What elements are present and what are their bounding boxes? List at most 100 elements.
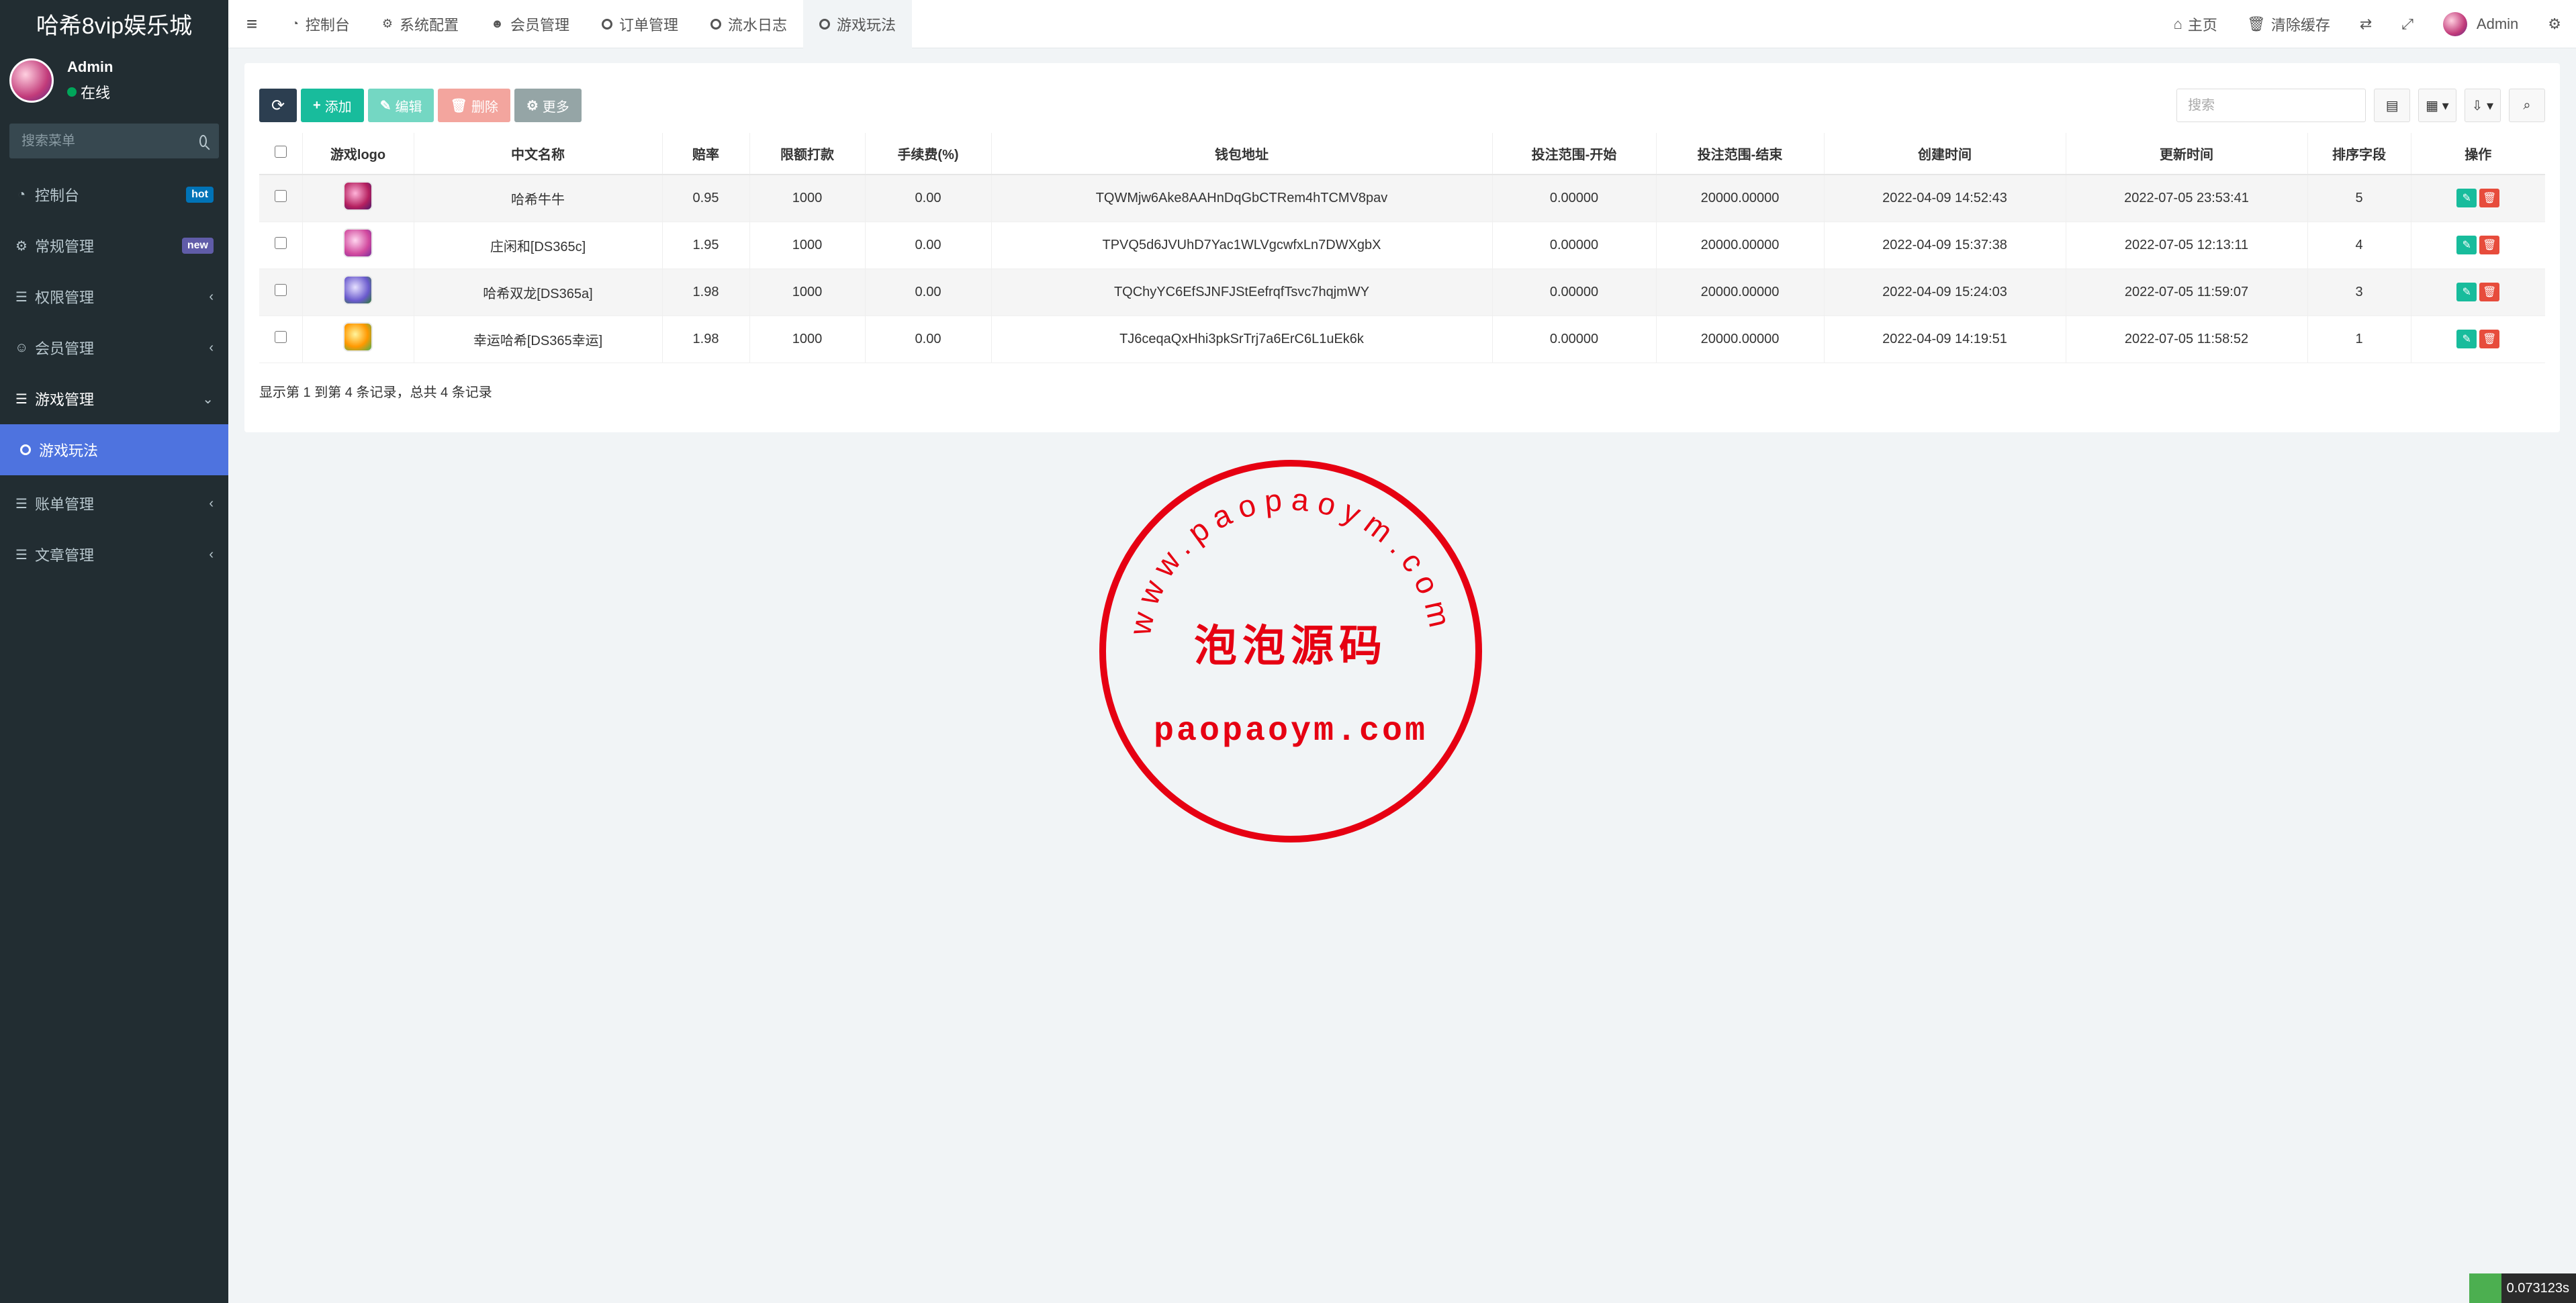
more-button[interactable]: ⚙ 更多 xyxy=(514,89,582,122)
sidebar-item-articles[interactable]: ☰ 文章管理 ‹ xyxy=(0,529,228,580)
delete-button[interactable]: 🗑 删除 xyxy=(438,89,510,122)
actions-cell: ✎ 🗑 xyxy=(2411,175,2545,222)
col-header[interactable]: 限额打款 xyxy=(749,133,866,175)
table-search-input[interactable] xyxy=(2176,89,2366,122)
row-checkbox-cell xyxy=(259,222,303,269)
sidebar-item-permissions[interactable]: ☰ 权限管理 ‹ xyxy=(0,271,228,322)
list-icon: ☰ xyxy=(15,496,28,512)
toolbar: ⟳ + 添加 ✎ 编辑 🗑 删除 ⚙ 更多 xyxy=(259,89,582,122)
row-delete-button[interactable]: 🗑 xyxy=(2479,283,2500,301)
fullscreen-icon[interactable]: ⤢ xyxy=(2387,15,2428,33)
col-header[interactable]: 投注范围-结束 xyxy=(1656,133,1825,175)
range-start-cell: 0.00000 xyxy=(1492,269,1657,316)
search-button[interactable]: ⌕ xyxy=(2509,89,2545,122)
user-circle-icon: ☺ xyxy=(15,340,29,355)
hamburger-icon[interactable]: ≡ xyxy=(228,0,275,48)
language-icon[interactable]: ⇄ xyxy=(2345,15,2387,33)
wallet-cell: TQChyYC6EfSJNFJStEefrqfTsvc7hqjmWY xyxy=(991,269,1493,316)
chevron-left-icon: ‹ xyxy=(209,546,214,562)
col-header[interactable]: 创建时间 xyxy=(1824,133,2066,175)
sidebar-item-label: 账单管理 xyxy=(35,496,95,513)
updated-cell: 2022-07-05 23:53:41 xyxy=(2066,175,2308,222)
game-logo-image[interactable] xyxy=(343,322,373,352)
col-header[interactable]: 钱包地址 xyxy=(991,133,1493,175)
user-menu[interactable]: Admin xyxy=(2428,11,2533,36)
refresh-button[interactable]: ⟳ xyxy=(259,89,297,122)
row-checkbox[interactable] xyxy=(274,237,287,249)
clear-cache-button[interactable]: 🗑 清除缓存 xyxy=(2232,13,2345,35)
col-header[interactable]: 投注范围-开始 xyxy=(1492,133,1657,175)
game-logo-image[interactable] xyxy=(343,228,373,258)
sidebar-item-members[interactable]: ☺ 会员管理 ‹ xyxy=(0,322,228,373)
tab-game-play[interactable]: 游戏玩法 xyxy=(803,0,913,48)
home-link[interactable]: ⌂ 主页 xyxy=(2159,13,2232,35)
row-delete-button[interactable]: 🗑 xyxy=(2479,330,2500,348)
debug-timer[interactable]: 0.073123s xyxy=(2469,1273,2576,1303)
created-cell: 2022-04-09 14:19:51 xyxy=(1824,316,2066,363)
tab-dashboard[interactable]: ◔ 控制台 xyxy=(275,0,366,48)
col-header[interactable]: 中文名称 xyxy=(414,133,663,175)
top-nav: ≡ ◔ 控制台 ⚙ 系统配置 ☻ 会员管理 订单管理 流水日志 游戏玩法 ⌂ 主页 🗑 清… xyxy=(228,0,2576,48)
logo-cell xyxy=(302,269,414,316)
table-row: 哈希双龙[DS365a] 1.98 1000 0.00 TQChyYC6EfSJ… xyxy=(259,269,2545,316)
sidebar-item-dashboard[interactable]: ◔ 控制台 hot xyxy=(0,169,228,220)
row-checkbox[interactable] xyxy=(274,284,287,296)
row-checkbox[interactable] xyxy=(274,190,287,203)
chevron-left-icon: ‹ xyxy=(209,340,214,355)
select-all-checkbox[interactable] xyxy=(274,145,287,158)
list-icon: ☰ xyxy=(15,391,28,407)
row-checkbox[interactable] xyxy=(274,331,287,343)
app-logo[interactable]: 哈希8vip娱乐城 xyxy=(0,0,228,47)
col-header[interactable]: 手续费(%) xyxy=(865,133,992,175)
sidebar-item-label: 游戏管理 xyxy=(35,391,95,408)
toggle-view-button[interactable]: ▤ xyxy=(2374,89,2411,122)
col-header[interactable]: 赔率 xyxy=(662,133,750,175)
col-header[interactable]: 更新时间 xyxy=(2066,133,2308,175)
row-edit-button[interactable]: ✎ xyxy=(2456,189,2477,208)
sort-cell: 1 xyxy=(2307,316,2411,363)
list-icon: ☰ xyxy=(15,289,28,305)
tab-system-config[interactable]: ⚙ 系统配置 xyxy=(366,0,475,48)
sidebar-search-input[interactable] xyxy=(21,133,199,149)
sidebar-item-bills[interactable]: ☰ 账单管理 ‹ xyxy=(0,478,228,529)
plus-icon: + xyxy=(313,97,321,113)
gear-icon: ⚙ xyxy=(526,98,539,113)
export-icon: ⇩ ▾ xyxy=(2471,98,2493,113)
settings-icon[interactable]: ⚙ xyxy=(2533,15,2576,33)
edit-button[interactable]: ✎ 编辑 xyxy=(367,89,434,122)
circle-icon xyxy=(710,18,722,30)
clear-cache-label: 清除缓存 xyxy=(2270,16,2330,34)
col-header[interactable]: 排序字段 xyxy=(2307,133,2411,175)
tab-members[interactable]: ☻ 会员管理 xyxy=(475,0,586,48)
search-icon[interactable] xyxy=(199,135,207,147)
row-delete-button[interactable]: 🗑 xyxy=(2479,236,2500,254)
game-logo-image[interactable] xyxy=(343,181,373,211)
row-edit-button[interactable]: ✎ xyxy=(2456,236,2477,254)
columns-button[interactable]: ▦ ▾ xyxy=(2418,89,2456,122)
stamp-bottom-text: paopaoym.com xyxy=(1154,712,1428,751)
col-header[interactable]: 游戏logo xyxy=(302,133,414,175)
watermark-stamp: www.paopaoym.com 泡泡源码 paopaoym.com xyxy=(1099,460,1482,842)
tab-label: 订单管理 xyxy=(619,16,679,34)
tab-orders[interactable]: 订单管理 xyxy=(586,0,694,48)
row-edit-button[interactable]: ✎ xyxy=(2456,330,2477,348)
sidebar-item-general[interactable]: ⚙ 常规管理 new xyxy=(0,220,228,271)
dashboard-icon: ◔ xyxy=(17,187,26,202)
export-button[interactable]: ⇩ ▾ xyxy=(2464,89,2501,122)
row-delete-button[interactable]: 🗑 xyxy=(2479,189,2500,208)
edit-label: 编辑 xyxy=(395,99,422,115)
pagination-summary: 显示第 1 到第 4 条记录，总共 4 条记录 xyxy=(259,385,492,400)
sidebar-subitem-game-play[interactable]: 游戏玩法 xyxy=(0,424,228,475)
content-panel: ⟳ +添加 ✎编辑 🗑删除 ⚙更多 ▤ ▦ ▾ ⇩ ▾ ⌕ 游戏logo 中文名… xyxy=(244,63,2560,432)
game-logo-image[interactable] xyxy=(343,275,373,305)
circle-icon xyxy=(819,18,831,30)
new-badge: new xyxy=(181,238,214,254)
add-button[interactable]: + 添加 xyxy=(301,89,364,122)
tab-flow-log[interactable]: 流水日志 xyxy=(694,0,803,48)
row-edit-button[interactable]: ✎ xyxy=(2456,283,2477,301)
tab-label: 流水日志 xyxy=(728,16,788,34)
logo-cell xyxy=(302,316,414,363)
wallet-cell: TPVQ5d6JVUhD7Yac1WLVgcwfxLn7DWXgbX xyxy=(991,222,1493,269)
sidebar-item-games[interactable]: ☰ 游戏管理 ⌄ xyxy=(0,373,228,424)
sidebar-item-label: 权限管理 xyxy=(35,289,95,306)
